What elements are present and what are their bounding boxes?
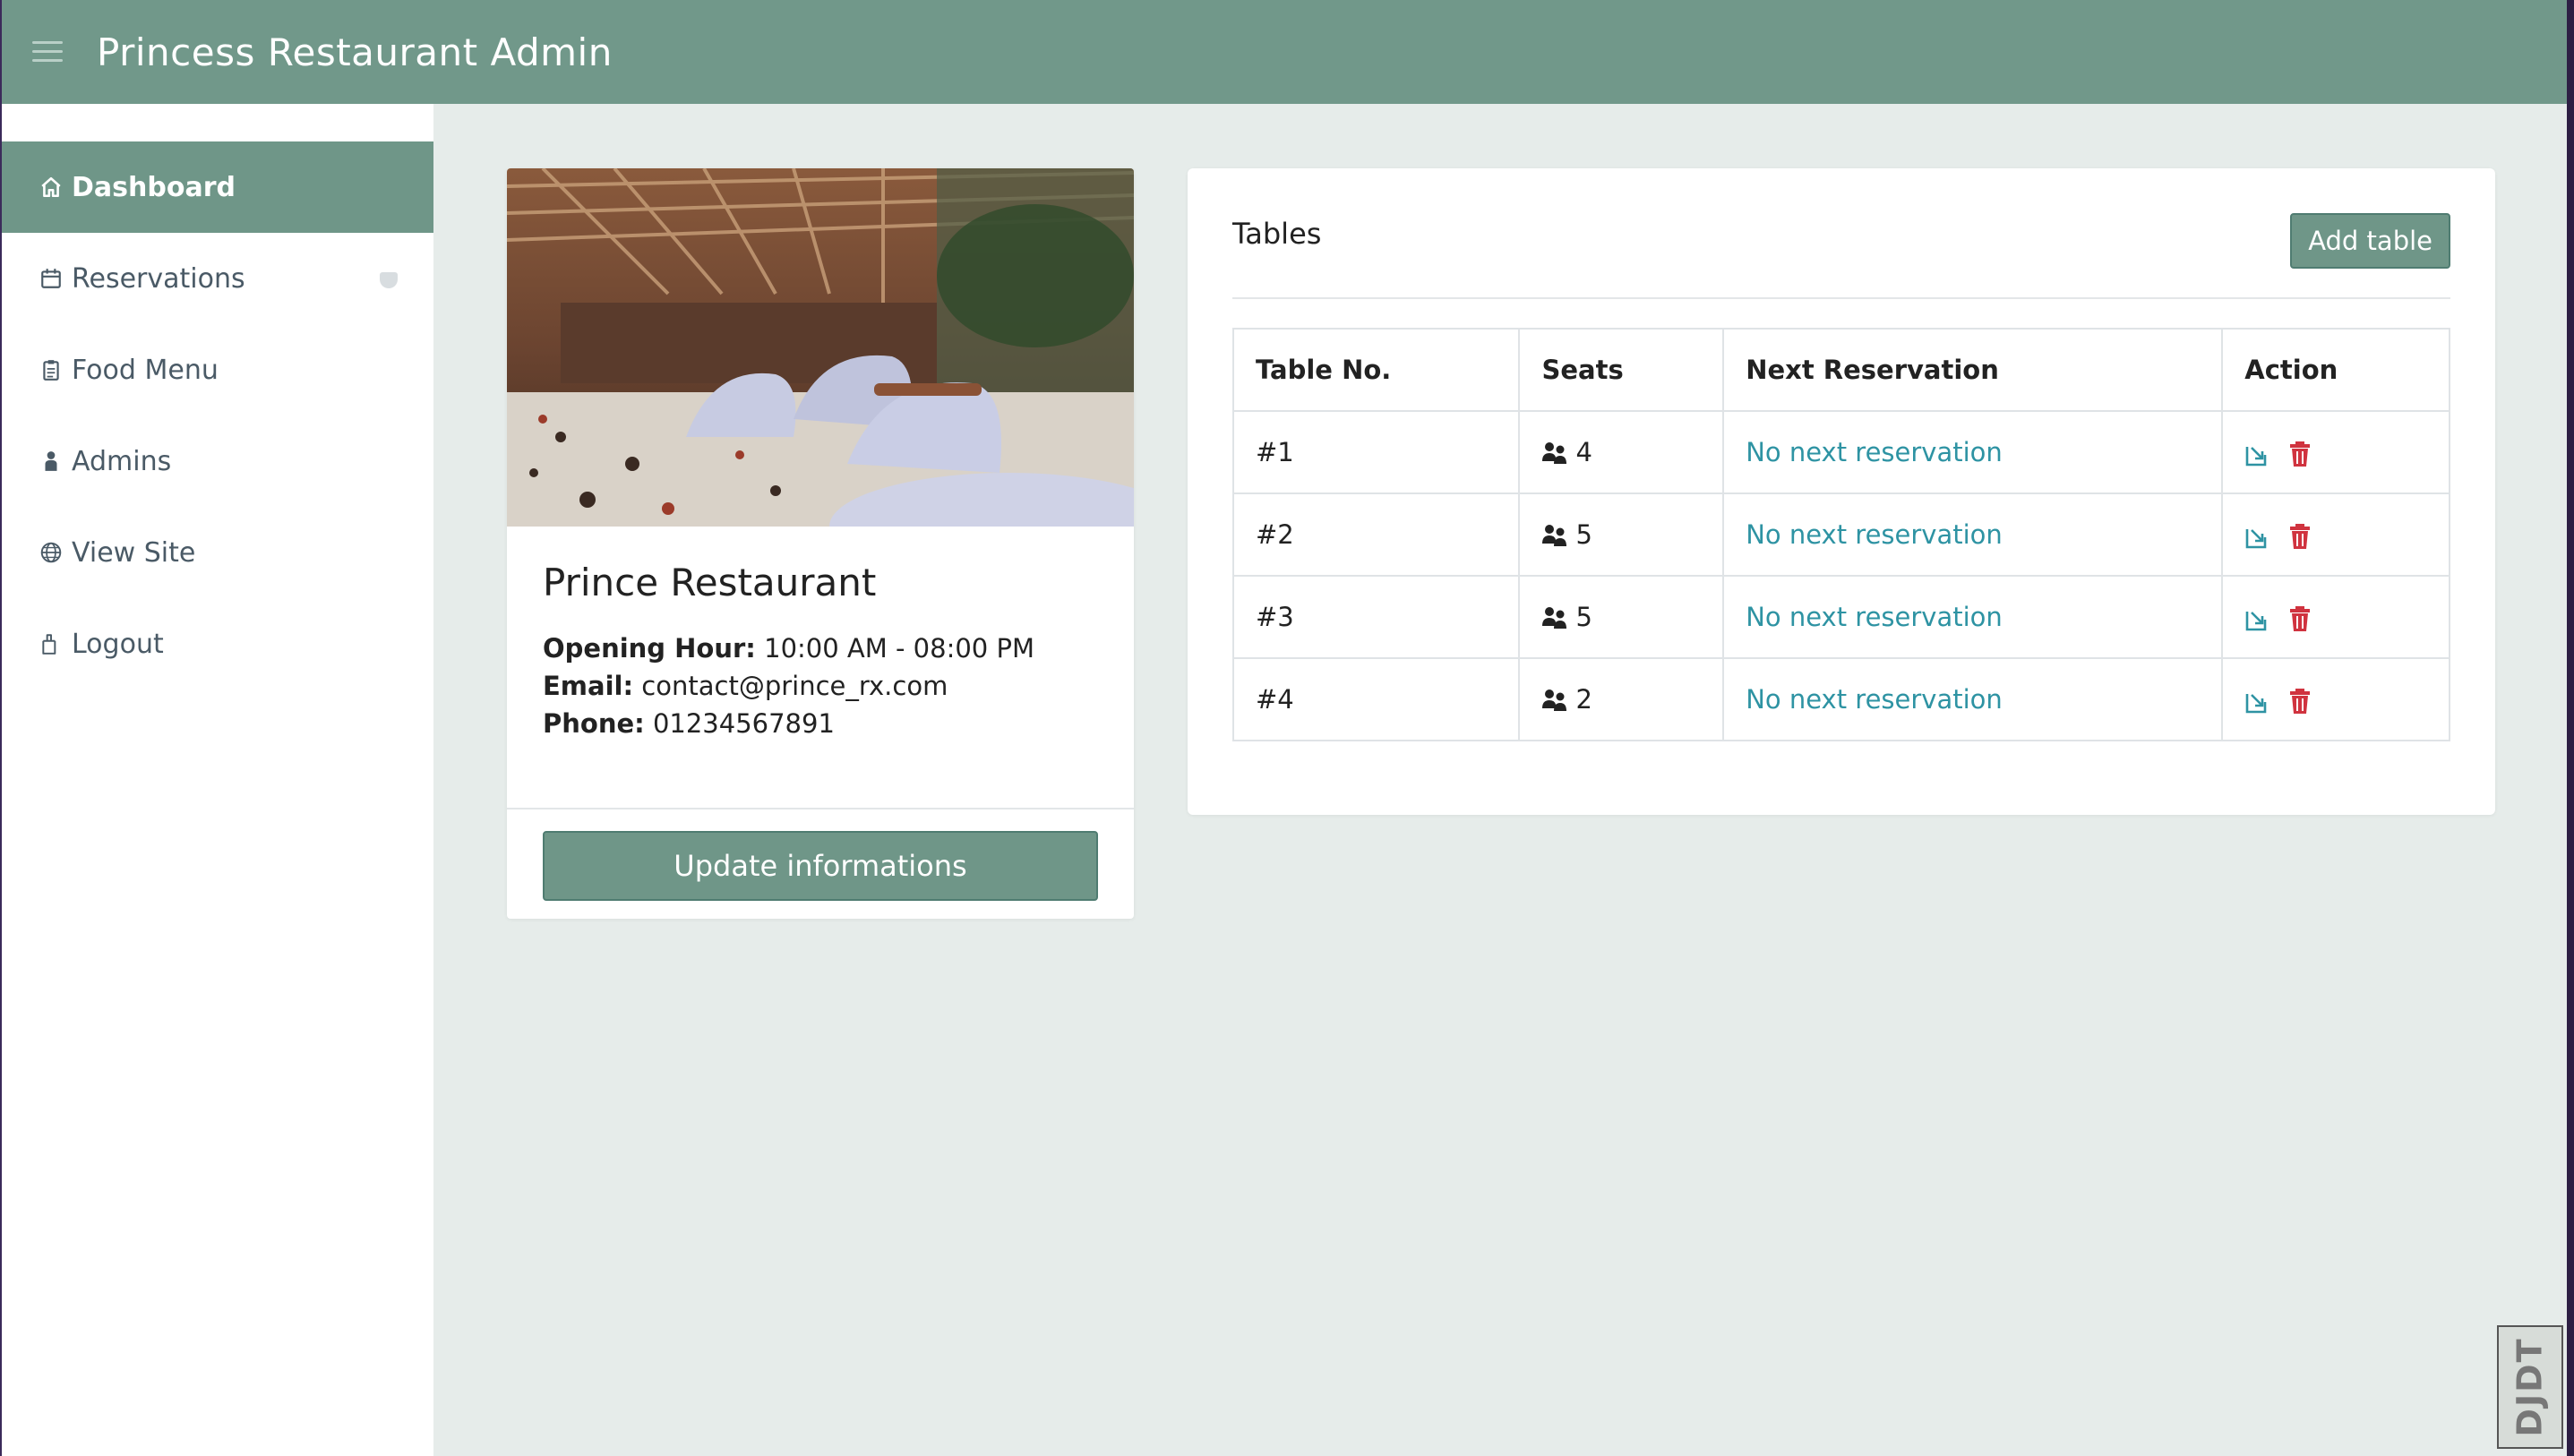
next-reservation-link[interactable]: No next reservation: [1746, 684, 2003, 715]
column-header-next-reservation: Next Reservation: [1722, 328, 2224, 412]
table-no-cell: #1: [1231, 410, 1521, 494]
window-edge: [2567, 0, 2574, 1456]
tables-header: Tables Add table: [1232, 168, 2450, 299]
add-table-button[interactable]: Add table: [2290, 213, 2450, 269]
restaurant-photo: [507, 168, 1134, 527]
hamburger-menu-icon[interactable]: [32, 39, 66, 64]
table-row: #1 4 No next reservation: [1231, 410, 2450, 494]
restaurant-info-footer: Update informations: [507, 808, 1134, 919]
seats-value: 5: [1575, 519, 1592, 550]
next-reservation-link[interactable]: No next reservation: [1746, 519, 2003, 550]
opening-hour-label: Opening Hour:: [543, 633, 756, 664]
delete-icon[interactable]: [2287, 523, 2312, 550]
opening-hour-line: Opening Hour: 10:00 AM - 08:00 PM: [543, 630, 1098, 667]
sidebar-nav: Dashboard Reservations Food Menu Admins …: [2, 141, 433, 689]
sidebar-item-label: Reservations: [72, 262, 245, 295]
person-icon: [38, 448, 64, 475]
sidebar: Dashboard Reservations Food Menu Admins …: [2, 104, 433, 1456]
sidebar-item-reservations[interactable]: Reservations: [2, 233, 433, 324]
update-informations-button[interactable]: Update informations: [543, 831, 1098, 901]
action-cell: [2221, 657, 2450, 741]
next-reservation-cell: No next reservation: [1722, 492, 2224, 577]
restaurant-info-card: Prince Restaurant Opening Hour: 10:00 AM…: [507, 168, 1134, 919]
home-icon: [38, 174, 64, 201]
table-row: #3 5 No next reservation: [1231, 575, 2450, 659]
next-reservation-cell: No next reservation: [1722, 657, 2224, 741]
next-reservation-link[interactable]: No next reservation: [1746, 437, 2003, 467]
debug-toolbar-toggle[interactable]: DJDT: [2497, 1325, 2563, 1449]
sidebar-item-dashboard[interactable]: Dashboard: [2, 141, 433, 233]
restaurant-info-body: Prince Restaurant Opening Hour: 10:00 AM…: [507, 527, 1134, 742]
table-no-cell: #3: [1231, 575, 1521, 659]
reservations-badge-icon: [380, 272, 398, 288]
top-navbar: Princess Restaurant Admin: [2, 0, 2567, 104]
clipboard-icon: [38, 356, 64, 383]
column-header-seats: Seats: [1518, 328, 1725, 412]
table-no-cell: #4: [1231, 657, 1521, 741]
tables-card: Tables Add table Table No. Seats Next Re…: [1188, 168, 2495, 815]
seats-value: 4: [1575, 437, 1592, 467]
users-icon: [1542, 442, 1567, 464]
app-title: Princess Restaurant Admin: [97, 30, 613, 74]
opening-hour-value: 10:00 AM - 08:00 PM: [764, 633, 1034, 664]
column-header-action: Action: [2221, 328, 2450, 412]
email-value: contact@prince_rx.com: [641, 671, 948, 701]
action-cell: [2221, 575, 2450, 659]
globe-icon: [38, 539, 64, 566]
next-reservation-link[interactable]: No next reservation: [1746, 602, 2003, 632]
next-reservation-cell: No next reservation: [1722, 410, 2224, 494]
sidebar-item-food-menu[interactable]: Food Menu: [2, 324, 433, 415]
seats-cell: 2: [1518, 657, 1725, 741]
delete-icon[interactable]: [2287, 688, 2312, 715]
restaurant-name: Prince Restaurant: [543, 561, 877, 604]
seats-cell: 5: [1518, 492, 1725, 577]
edit-icon[interactable]: [2244, 605, 2269, 632]
logout-icon: [38, 630, 64, 657]
table-row: #2 5 No next reservation: [1231, 492, 2450, 577]
calendar-icon: [38, 265, 64, 292]
users-icon: [1542, 525, 1567, 546]
seats-cell: 4: [1518, 410, 1725, 494]
delete-icon[interactable]: [2287, 441, 2312, 467]
phone-line: Phone: 01234567891: [543, 705, 1098, 742]
sidebar-item-logout[interactable]: Logout: [2, 598, 433, 689]
main-content: Prince Restaurant Opening Hour: 10:00 AM…: [433, 104, 2567, 1456]
phone-label: Phone:: [543, 708, 645, 739]
debug-toolbar-label: DJDT: [2510, 1337, 2550, 1437]
users-icon: [1542, 607, 1567, 629]
tables-title: Tables: [1232, 217, 1322, 251]
sidebar-item-view-site[interactable]: View Site: [2, 507, 433, 598]
sidebar-item-label: View Site: [72, 536, 196, 569]
phone-value: 01234567891: [652, 708, 835, 739]
edit-icon[interactable]: [2244, 523, 2269, 550]
app-window: Princess Restaurant Admin Dashboard Rese…: [0, 0, 2567, 1456]
sidebar-item-label: Food Menu: [72, 354, 219, 386]
table-row: #4 2 No next reservation: [1231, 657, 2450, 741]
users-icon: [1542, 689, 1567, 711]
email-label: Email:: [543, 671, 634, 701]
email-line: Email: contact@prince_rx.com: [543, 667, 1098, 705]
seats-value: 5: [1575, 602, 1592, 632]
sidebar-item-label: Logout: [72, 628, 164, 660]
action-cell: [2221, 410, 2450, 494]
sidebar-item-label: Dashboard: [72, 171, 236, 203]
seats-value: 2: [1575, 684, 1592, 715]
table-no-cell: #2: [1231, 492, 1521, 577]
table-header-row: Table No. Seats Next Reservation Action: [1231, 328, 2450, 412]
sidebar-item-admins[interactable]: Admins: [2, 415, 433, 507]
sidebar-item-label: Admins: [72, 445, 172, 477]
column-header-table-no: Table No.: [1231, 328, 1521, 412]
delete-icon[interactable]: [2287, 605, 2312, 632]
edit-icon[interactable]: [2244, 441, 2269, 467]
tables-table: Table No. Seats Next Reservation Action …: [1231, 328, 2450, 741]
edit-icon[interactable]: [2244, 688, 2269, 715]
seats-cell: 5: [1518, 575, 1725, 659]
next-reservation-cell: No next reservation: [1722, 575, 2224, 659]
action-cell: [2221, 492, 2450, 577]
